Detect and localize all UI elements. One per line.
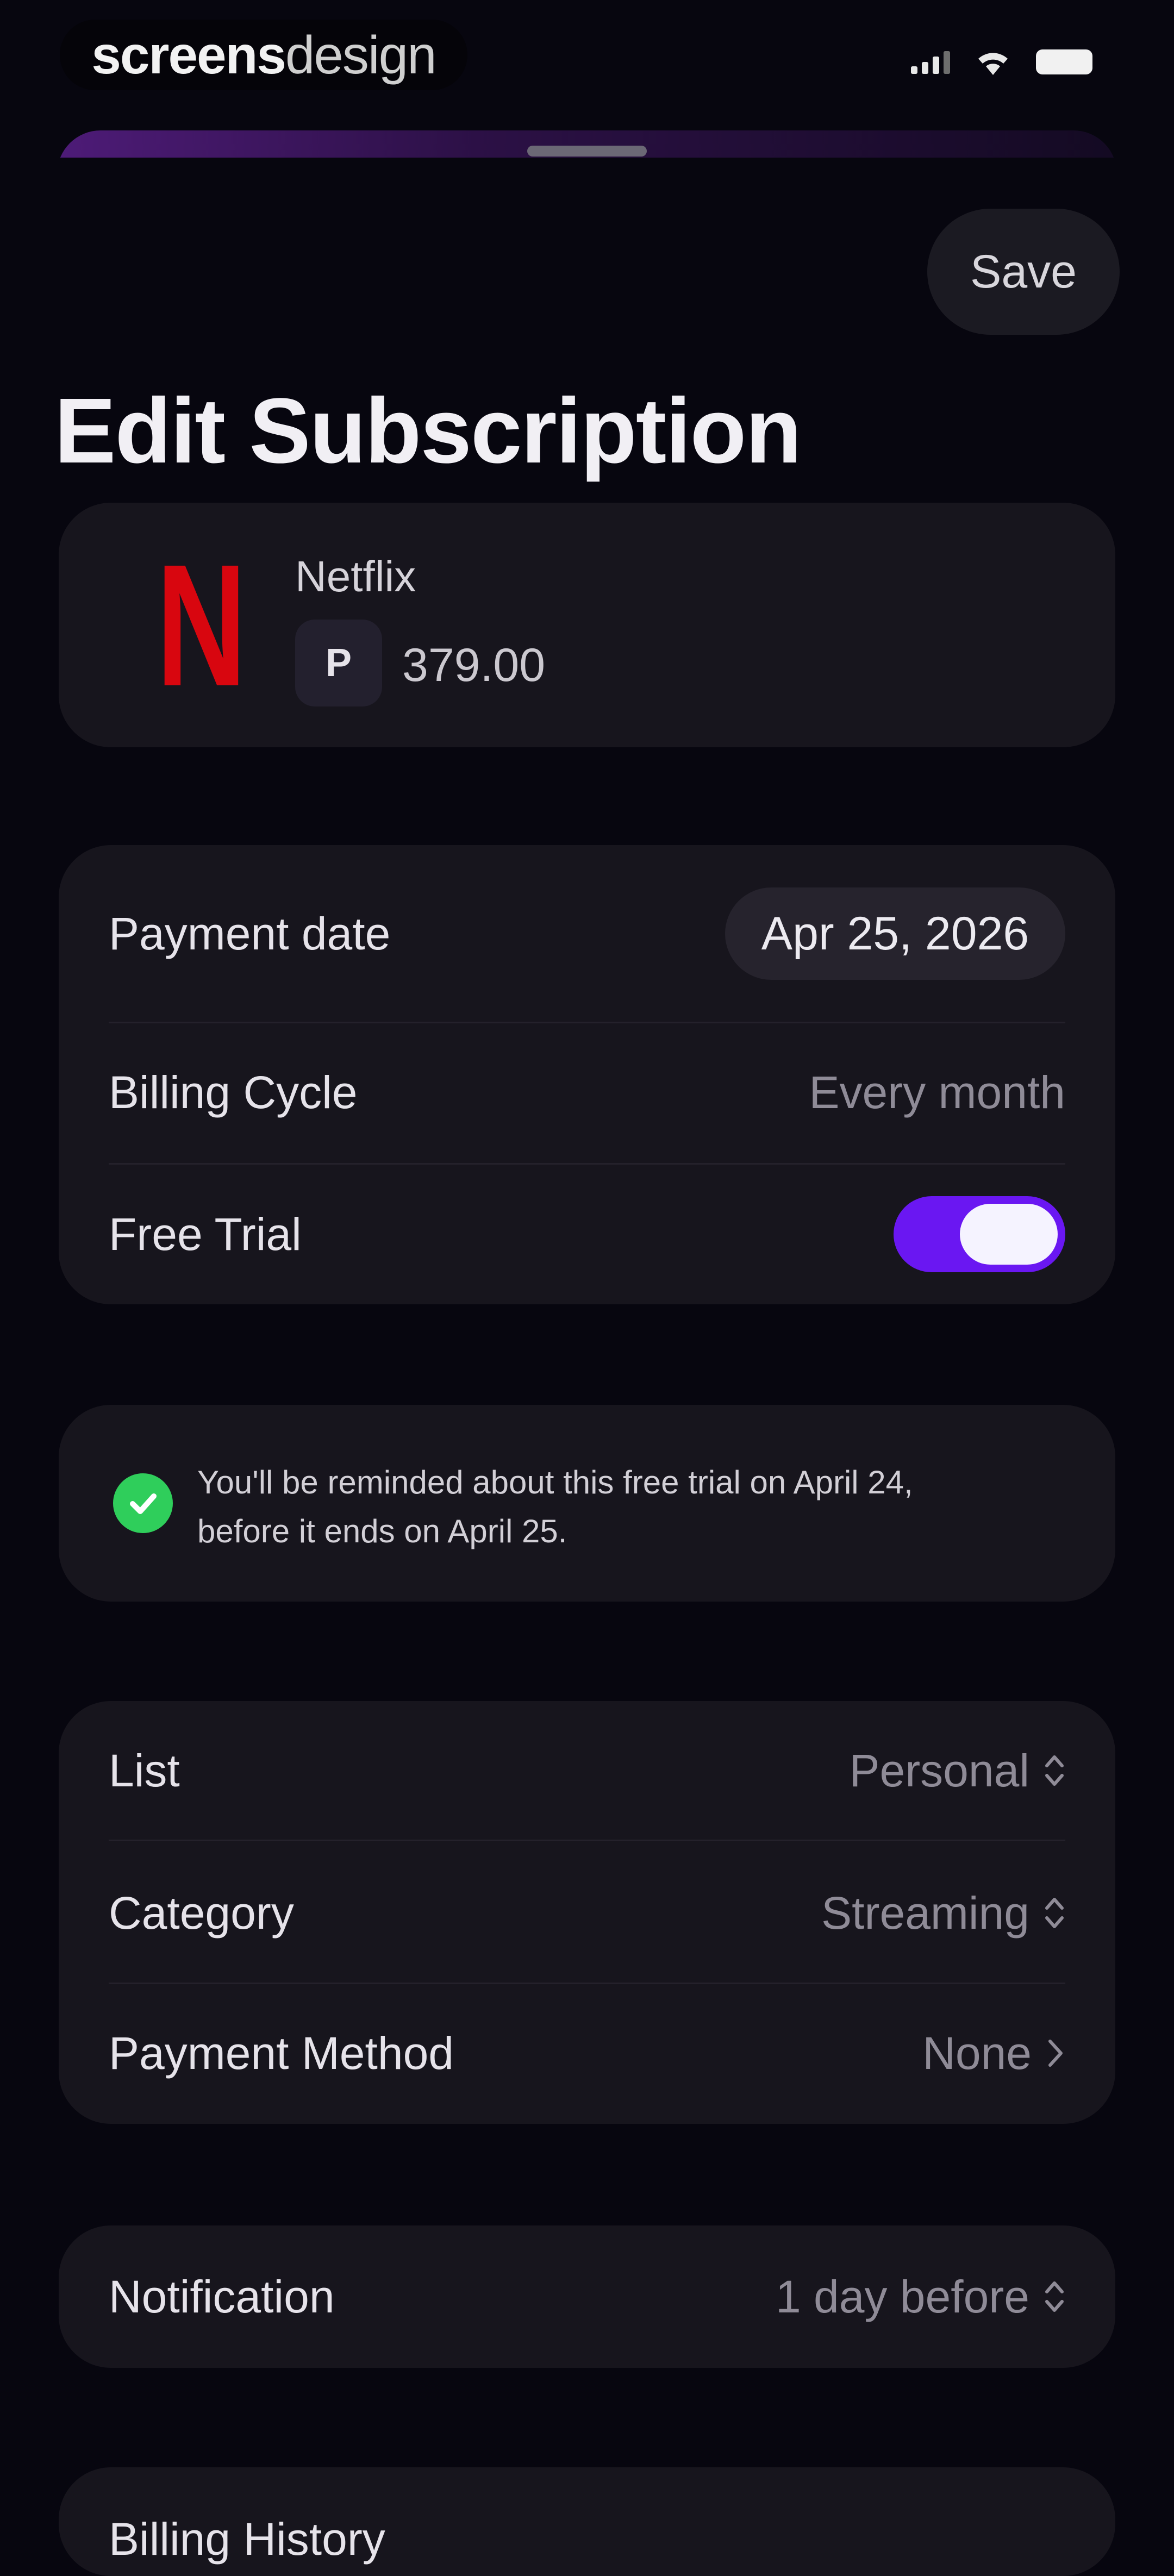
reminder-line-1: You'll be reminded about this free trial… xyxy=(197,1464,913,1500)
free-trial-row: Free Trial xyxy=(59,1165,1115,1304)
billing-cycle-label: Billing Cycle xyxy=(109,1066,358,1118)
billing-history-label: Billing History xyxy=(109,2514,385,2565)
subscription-name[interactable]: Netflix xyxy=(295,552,416,602)
payment-method-value: None xyxy=(922,2027,1032,2079)
category-select[interactable]: Streaming xyxy=(821,1887,1065,1940)
category-label: Category xyxy=(109,1887,294,1939)
billing-cycle-value[interactable]: Every month xyxy=(809,1066,1065,1119)
payment-method-label: Payment Method xyxy=(109,2027,454,2079)
payment-method-row[interactable]: Payment Method None xyxy=(59,1984,1115,2123)
free-trial-toggle[interactable] xyxy=(894,1196,1065,1272)
cellular-signal-icon xyxy=(911,50,950,74)
save-button[interactable]: Save xyxy=(927,209,1120,335)
row-divider xyxy=(109,1840,1065,1841)
reminder-line-2: before it ends on April 25. xyxy=(197,1513,567,1549)
reminder-message: You'll be reminded about this free trial… xyxy=(197,1458,1067,1556)
subscription-card[interactable]: N Netflix P 379.00 xyxy=(59,503,1115,747)
chevron-right-icon xyxy=(1048,2040,1063,2067)
chevron-up-down-icon xyxy=(1045,1898,1064,1928)
battery-icon xyxy=(1036,49,1092,74)
list-select[interactable]: Personal xyxy=(849,1745,1065,1797)
notification-select[interactable]: 1 day before xyxy=(776,2271,1065,2323)
toggle-knob xyxy=(960,1204,1058,1265)
watermark-light-text: design xyxy=(285,24,437,85)
notification-card: Notification 1 day before xyxy=(59,2225,1115,2368)
notification-row[interactable]: Notification 1 day before xyxy=(59,2227,1115,2366)
checkmark-circle-icon xyxy=(113,1473,173,1533)
sheet-grabber-handle[interactable] xyxy=(527,146,647,157)
payment-method-select[interactable]: None xyxy=(922,2027,1065,2080)
payment-date-picker[interactable]: Apr 25, 2026 xyxy=(725,887,1065,980)
list-label: List xyxy=(109,1745,180,1796)
category-row[interactable]: Category Streaming xyxy=(59,1843,1115,1983)
billing-cycle-row[interactable]: Billing Cycle Every month xyxy=(59,1023,1115,1162)
list-row[interactable]: List Personal xyxy=(59,1701,1115,1840)
wifi-icon xyxy=(978,53,1008,75)
page-title: Edit Subscription xyxy=(54,379,802,483)
price-field[interactable]: 379.00 xyxy=(402,639,545,692)
organization-card: List Personal Category Streaming Payment… xyxy=(59,1701,1115,2124)
billing-history-card[interactable]: Billing History xyxy=(59,2467,1115,2576)
watermark-bold-text: screens xyxy=(91,24,286,85)
trial-reminder-card: You'll be reminded about this free trial… xyxy=(59,1405,1115,1602)
status-bar-icons xyxy=(911,48,1092,76)
payment-date-row[interactable]: Payment date Apr 25, 2026 xyxy=(59,864,1115,1003)
netflix-logo-icon: N xyxy=(156,528,247,722)
list-value: Personal xyxy=(849,1745,1029,1796)
billing-settings-card: Payment date Apr 25, 2026 Billing Cycle … xyxy=(59,845,1115,1304)
currency-badge[interactable]: P xyxy=(295,620,382,706)
free-trial-label: Free Trial xyxy=(109,1208,302,1260)
screensdesign-watermark: screens design xyxy=(60,20,467,90)
payment-date-label: Payment date xyxy=(109,908,391,959)
notification-value: 1 day before xyxy=(775,2271,1029,2322)
chevron-up-down-icon xyxy=(1045,1755,1064,1786)
category-value: Streaming xyxy=(821,1887,1029,1939)
chevron-up-down-icon xyxy=(1045,2281,1064,2312)
notification-label: Notification xyxy=(109,2271,335,2322)
